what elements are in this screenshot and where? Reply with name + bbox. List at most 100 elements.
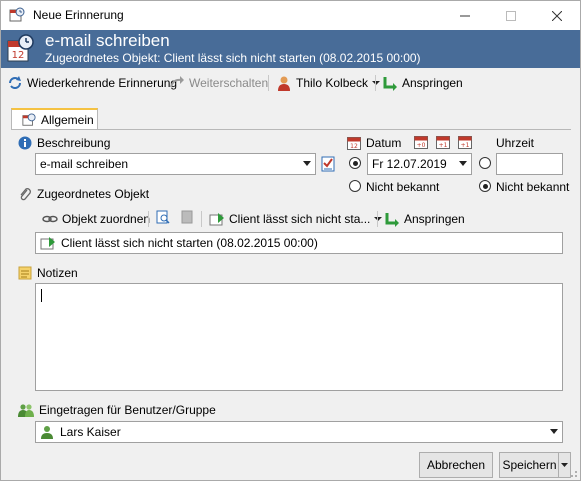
main-toolbar: Wiederkehrende Erinnerung Weiterschalten… xyxy=(1,70,580,96)
date-picker[interactable]: Fr 12.07.2019 xyxy=(367,153,472,175)
chevron-down-icon xyxy=(561,462,568,467)
calendar-clock-icon: 12 xyxy=(7,34,34,62)
minimize-button[interactable] xyxy=(442,1,487,30)
jump-button[interactable]: Anspringen xyxy=(382,73,463,93)
user-group-icon xyxy=(18,404,34,417)
user-icon xyxy=(278,76,290,91)
date-known-radio[interactable] xyxy=(349,157,361,169)
user-group-label: Eingetragen für Benutzer/Gruppe xyxy=(18,403,216,417)
tab-label: Allgemein xyxy=(41,113,94,127)
description-value: e-mail schreiben xyxy=(40,157,129,171)
time-label: Uhrzeit xyxy=(496,136,535,150)
notes-label: Notizen xyxy=(18,266,78,280)
window-title: Neue Erinnerung xyxy=(33,8,124,22)
object-dropdown-label: Client lässt sich nicht sta... xyxy=(229,212,371,226)
toolbar-separator xyxy=(268,75,269,91)
title-bar: Neue Erinnerung xyxy=(1,1,580,30)
user-group-combobox[interactable]: Lars Kaiser xyxy=(35,421,563,443)
date-label-text: Datum xyxy=(366,136,402,150)
date-plus-day-icon[interactable]: +0 xyxy=(414,135,428,149)
date-unknown-label: Nicht bekannt xyxy=(366,180,440,194)
recurring-icon xyxy=(9,76,21,89)
jump-arrow-icon xyxy=(383,77,397,91)
reminder-header: 12 e-mail schreiben Zugeordnetes Objekt:… xyxy=(1,30,580,68)
dropdown-arrow-icon xyxy=(550,429,558,434)
assigned-object-value: Client lässt sich nicht starten (08.02.2… xyxy=(61,236,318,250)
svg-text:+0: +0 xyxy=(417,142,426,149)
notes-label-text: Notizen xyxy=(37,266,78,280)
time-unknown-label: Nicht bekannt xyxy=(496,180,570,194)
toolbar-separator xyxy=(201,211,202,227)
user-dropdown-button[interactable]: Thilo Kolbeck xyxy=(276,73,381,93)
dropdown-arrow-icon xyxy=(303,161,311,166)
date-label: 12 Datum xyxy=(347,136,401,150)
header-title: e-mail schreiben xyxy=(45,31,170,50)
forward-icon xyxy=(170,76,184,88)
calendar-icon: 12 xyxy=(347,137,361,150)
jump-label: Anspringen xyxy=(402,76,463,90)
assign-object-button[interactable]: Objekt zuordnen xyxy=(42,209,150,229)
object-dropdown-button[interactable]: Client lässt sich nicht sta... xyxy=(209,209,383,229)
date-unknown-radio[interactable] xyxy=(349,180,361,192)
note-icon xyxy=(18,266,32,280)
maximize-icon xyxy=(505,10,516,21)
svg-text:12: 12 xyxy=(350,143,358,150)
cancel-button[interactable]: Abbrechen xyxy=(419,452,493,478)
chevron-down-icon xyxy=(374,217,383,221)
svg-text:+1: +1 xyxy=(439,142,448,149)
jump-arrow-icon xyxy=(385,213,399,227)
tab-allgemein[interactable]: Allgemein xyxy=(11,108,98,130)
time-unknown-radio[interactable] xyxy=(479,180,491,192)
svg-text:+1: +1 xyxy=(461,142,470,149)
open-object-icon[interactable] xyxy=(156,210,170,224)
ticket-icon xyxy=(209,213,224,226)
assign-object-label: Objekt zuordnen xyxy=(62,212,151,226)
date-plus-month-icon[interactable]: +1 xyxy=(458,135,472,149)
toolbar-separator xyxy=(148,211,149,227)
object-jump-label: Anspringen xyxy=(404,212,465,226)
assigned-object-label-text: Zugeordnetes Objekt xyxy=(37,187,150,201)
text-caret xyxy=(41,289,42,302)
description-label: Beschreibung xyxy=(18,136,110,150)
user-icon xyxy=(41,426,53,439)
date-plus-week-icon[interactable]: +1 xyxy=(436,135,450,149)
user-group-label-text: Eingetragen für Benutzer/Gruppe xyxy=(39,403,216,417)
description-label-text: Beschreibung xyxy=(37,136,111,150)
notes-textarea[interactable] xyxy=(35,283,563,391)
header-subtitle: Zugeordnetes Objekt: Client lässt sich n… xyxy=(45,51,421,65)
remove-object-icon[interactable] xyxy=(180,210,194,224)
resize-grip-icon[interactable] xyxy=(568,468,578,478)
time-known-radio[interactable] xyxy=(479,157,491,169)
recurring-reminder-button[interactable]: Wiederkehrende Erinnerung xyxy=(7,73,177,93)
user-group-value: Lars Kaiser xyxy=(60,425,121,439)
assigned-object-field[interactable]: Client lässt sich nicht starten (08.02.2… xyxy=(35,232,563,254)
save-button[interactable]: Speichern xyxy=(499,452,559,478)
checklist-icon[interactable] xyxy=(321,156,335,172)
link-chain-icon xyxy=(42,215,58,223)
svg-text:12: 12 xyxy=(12,50,25,61)
info-icon xyxy=(18,136,32,150)
close-icon xyxy=(551,10,562,21)
paperclip-icon xyxy=(20,188,31,201)
forward-button[interactable]: Weiterschalten xyxy=(169,73,268,93)
close-button[interactable] xyxy=(534,1,579,30)
description-combobox[interactable]: e-mail schreiben xyxy=(35,153,316,175)
maximize-button[interactable] xyxy=(488,1,533,30)
user-label: Thilo Kolbeck xyxy=(296,76,369,90)
date-value: Fr 12.07.2019 xyxy=(372,157,447,171)
reminder-window: Neue Erinnerung 12 e-mail schreiben Zuge… xyxy=(0,0,581,481)
dropdown-arrow-icon xyxy=(459,161,467,166)
minimize-icon xyxy=(459,15,470,16)
toolbar-separator xyxy=(377,211,378,227)
cancel-label: Abbrechen xyxy=(426,458,486,472)
recurring-label: Wiederkehrende Erinnerung xyxy=(27,76,178,90)
assigned-object-label: Zugeordnetes Objekt xyxy=(18,187,149,201)
time-input[interactable] xyxy=(496,153,563,175)
ticket-icon xyxy=(40,237,55,250)
save-label: Speichern xyxy=(502,458,557,472)
forward-label: Weiterschalten xyxy=(189,76,269,90)
object-jump-button[interactable]: Anspringen xyxy=(384,209,465,229)
reminder-tab-icon xyxy=(22,113,36,126)
toolbar-separator xyxy=(375,75,376,91)
chevron-down-icon xyxy=(372,81,381,85)
